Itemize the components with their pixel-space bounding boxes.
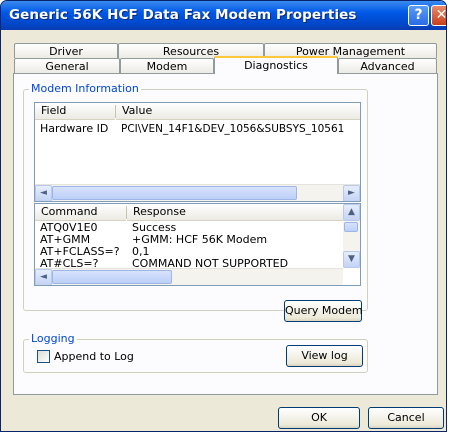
value-hardware-id[interactable]: PCI\VEN_14F1&DEV_1056&SUBSYS_10561 bbox=[121, 123, 344, 135]
column-header-response[interactable]: Response bbox=[127, 204, 343, 221]
view-log-button[interactable]: View log bbox=[286, 345, 363, 367]
tab-advanced[interactable]: Advanced bbox=[338, 58, 437, 73]
response-horizontal-scrollbar[interactable]: ◄ bbox=[35, 268, 343, 285]
tab-modem[interactable]: Modem bbox=[120, 58, 214, 73]
help-button[interactable]: ? bbox=[408, 5, 429, 26]
field-hardware-id[interactable]: Hardware ID bbox=[40, 123, 108, 135]
scroll-up-icon[interactable]: ▲ bbox=[343, 204, 360, 221]
tab-panel-diagnostics: Modem Information Field Value Hardware I… bbox=[13, 73, 438, 395]
command-response-list[interactable]: Command Response ATQ0V1E0 Success AT+GMM… bbox=[34, 203, 361, 286]
response-cell[interactable]: +GMM: HCF 56K Modem bbox=[132, 234, 267, 246]
tab-diagnostics[interactable]: Diagnostics bbox=[214, 56, 338, 74]
column-header-value[interactable]: Value bbox=[116, 103, 360, 120]
window-title: Generic 56K HCF Data Fax Modem Propertie… bbox=[9, 7, 357, 23]
scroll-right-icon[interactable]: ► bbox=[343, 185, 360, 201]
logging-label: Logging bbox=[29, 332, 77, 345]
column-header-command[interactable]: Command bbox=[35, 204, 126, 221]
title-bar[interactable]: Generic 56K HCF Data Fax Modem Propertie… bbox=[1, 1, 446, 30]
ok-button[interactable]: OK bbox=[278, 407, 360, 429]
modem-information-label: Modem Information bbox=[29, 82, 141, 95]
query-modem-button[interactable]: Query Modem bbox=[284, 300, 363, 322]
tab-general[interactable]: General bbox=[14, 58, 120, 73]
scroll-down-icon[interactable]: ▼ bbox=[343, 251, 360, 268]
column-header-field[interactable]: Field bbox=[35, 103, 115, 120]
scroll-left-icon[interactable]: ◄ bbox=[35, 269, 52, 285]
properties-dialog: Generic 56K HCF Data Fax Modem Propertie… bbox=[0, 0, 447, 432]
tab-driver[interactable]: Driver bbox=[14, 43, 118, 58]
scroll-left-icon[interactable]: ◄ bbox=[35, 185, 52, 201]
info-horizontal-scrollbar[interactable]: ◄ ► bbox=[35, 184, 360, 201]
append-to-log-label[interactable]: Append to Log bbox=[54, 351, 134, 363]
cancel-button[interactable]: Cancel bbox=[368, 407, 444, 429]
scroll-thumb[interactable] bbox=[52, 270, 172, 284]
append-to-log-checkbox[interactable] bbox=[37, 350, 50, 363]
response-vertical-scrollbar[interactable]: ▲ ▼ bbox=[343, 204, 360, 268]
close-button[interactable]: ✕ bbox=[431, 5, 446, 26]
scroll-thumb[interactable] bbox=[344, 222, 358, 232]
modem-info-list[interactable]: Field Value Hardware ID PCI\VEN_14F1&DEV… bbox=[34, 102, 361, 202]
scroll-thumb[interactable] bbox=[52, 186, 297, 200]
